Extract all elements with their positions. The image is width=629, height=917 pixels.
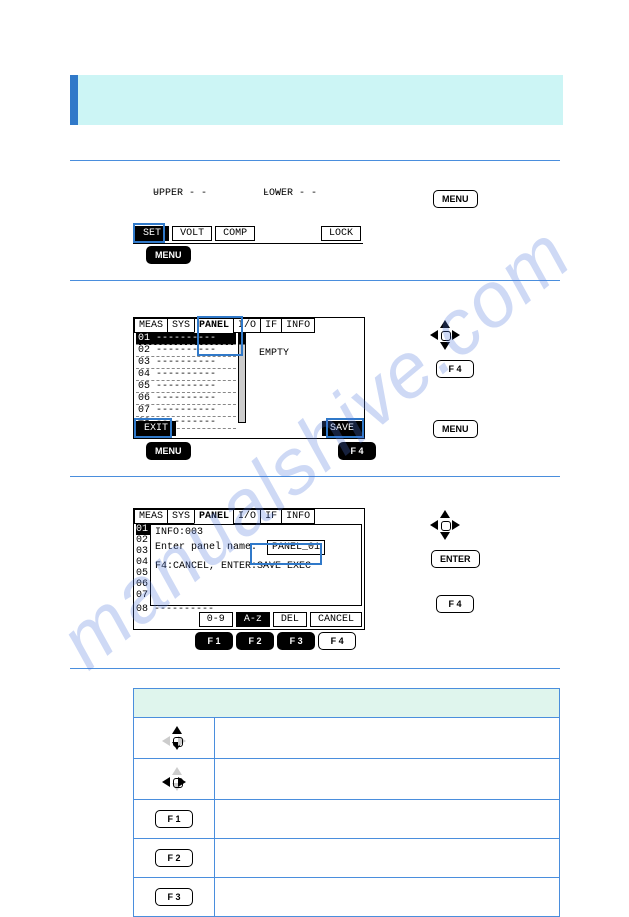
softkey-comp: COMP — [215, 226, 255, 241]
empty-text: EMPTY — [259, 348, 289, 359]
table-row: F 3 — [134, 878, 560, 917]
tab-if: IF — [260, 318, 282, 333]
f1-key-ref: F 1 — [155, 810, 193, 828]
f4-key-side[interactable]: F 4 — [436, 360, 474, 378]
softkey-cancel: CANCEL — [310, 612, 362, 627]
f4-key[interactable]: F 4 — [318, 632, 356, 650]
softkey-09: 0-9 — [199, 612, 233, 627]
dpad-updown-icon — [162, 726, 186, 750]
f3-key[interactable]: F 3 — [277, 632, 315, 650]
f3-key-ref: F 3 — [155, 888, 193, 906]
info-line: INFO:003 — [151, 525, 361, 540]
dpad-icon[interactable] — [430, 320, 460, 350]
list-row-3: 03 ---------- — [136, 357, 236, 369]
enter-panel-prompt: Enter panel name. — [155, 542, 257, 553]
banner-title — [70, 75, 563, 125]
highlight-save — [326, 418, 364, 438]
list-row-4: 04 ---------- — [136, 369, 236, 381]
menu-key-side[interactable]: MENU — [433, 420, 478, 438]
menu-key-right[interactable]: MENU — [433, 190, 478, 208]
tab-if-3: IF — [260, 509, 282, 524]
highlight-set — [133, 223, 165, 243]
f2-key-ref: F 2 — [155, 849, 193, 867]
lcd-screen-2: MEASSYSPANELI/OIFINFO 01 ---------- 02 -… — [133, 317, 365, 439]
highlight-panel-tab — [197, 316, 243, 356]
softkey-volt: VOLT — [172, 226, 212, 241]
list-row-5: 05 ---------- — [136, 381, 236, 393]
list-row-6: 06 ---------- — [136, 393, 236, 405]
tab-info-3: INFO — [281, 509, 315, 524]
enter-key-side[interactable]: ENTER — [431, 550, 480, 568]
table-row: F 1 — [134, 800, 560, 839]
f4-key-side-3[interactable]: F 4 — [436, 595, 474, 613]
key-reference-table: F 1 F 2 F 3 — [133, 688, 560, 917]
tab-meas: MEAS — [134, 318, 168, 333]
lower-value: - - - - - — [263, 188, 317, 199]
f2-key[interactable]: F 2 — [236, 632, 274, 650]
highlight-panel-input — [250, 543, 322, 565]
table-row — [134, 718, 560, 759]
menu-key-2[interactable]: MENU — [146, 442, 191, 460]
tab-sys: SYS — [167, 318, 195, 333]
softkey-lock: LOCK — [321, 226, 361, 241]
menu-key[interactable]: MENU — [146, 246, 191, 264]
f4-key-2[interactable]: F 4 — [338, 442, 376, 460]
softkey-del: DEL — [273, 612, 307, 627]
lcd-screen-1: UPPER LOWER - - - - - - - - - - SET VOLT… — [133, 188, 363, 244]
table-row — [134, 759, 560, 800]
tab-meas-3: MEAS — [134, 509, 168, 524]
f1-key[interactable]: F 1 — [195, 632, 233, 650]
divider — [70, 280, 560, 281]
table-row: F 2 — [134, 839, 560, 878]
dpad-icon-3[interactable] — [430, 510, 460, 540]
list-row-7: 07 ---------- — [136, 405, 236, 417]
dpad-leftright-icon — [162, 767, 186, 791]
divider — [70, 476, 560, 477]
tab-info: INFO — [281, 318, 315, 333]
lcd-screen-3: MEASSYSPANELI/OIFINFO 01020304050607 INF… — [133, 508, 365, 630]
divider — [70, 160, 560, 161]
tab-io-3: I/O — [233, 509, 261, 524]
upper-value: - - - - - — [153, 188, 207, 199]
highlight-exit — [134, 418, 172, 438]
divider — [70, 668, 560, 669]
tab-panel-3: PANEL — [194, 509, 234, 524]
softkey-az: A-z — [236, 612, 270, 627]
tab-sys-3: SYS — [167, 509, 195, 524]
